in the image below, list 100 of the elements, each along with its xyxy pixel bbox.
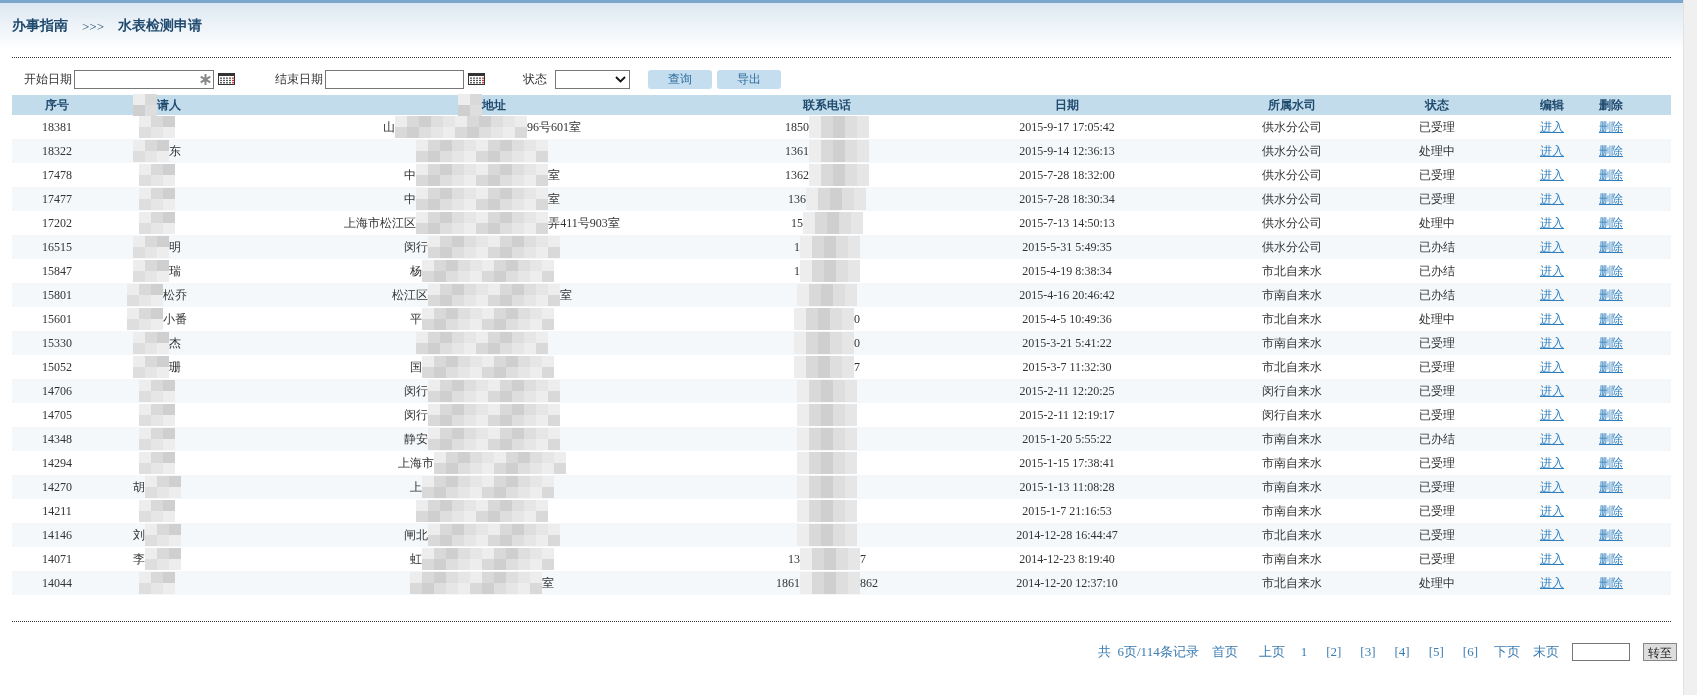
edit-link[interactable]: 进入 [1540, 454, 1564, 472]
delete-link[interactable]: 删除 [1599, 406, 1623, 424]
table-cell-text: 弄411号903室 [548, 215, 620, 232]
column-header: 地址 [482, 97, 506, 114]
delete-link[interactable]: 删除 [1599, 574, 1623, 592]
edit-link[interactable]: 进入 [1540, 478, 1564, 496]
redaction-mosaic [139, 572, 175, 594]
delete-link[interactable]: 删除 [1599, 166, 1623, 184]
table-cell-text: 96号601室 [527, 119, 581, 136]
table-cell-text: 2015-1-7 21:16:53 [1022, 503, 1112, 520]
edit-link[interactable]: 进入 [1540, 382, 1564, 400]
table-cell-text: 闵行自来水 [1262, 383, 1322, 400]
table-cell-text: 供水分公司 [1262, 119, 1322, 136]
page-link[interactable]: [2] [1323, 642, 1345, 662]
redaction-mosaic [797, 428, 857, 450]
start-date-field[interactable] [74, 69, 214, 89]
delete-link[interactable]: 删除 [1599, 430, 1623, 448]
column-header: 日期 [1055, 97, 1079, 114]
page-title: 水表检测申请 [118, 17, 202, 35]
table-cell-text: 1 [794, 263, 800, 280]
table-cell-text: 中 [404, 191, 416, 208]
redaction-mosaic [133, 140, 169, 162]
page-link[interactable]: [5] [1425, 642, 1447, 662]
redaction-mosaic [794, 356, 854, 378]
table-cell-text: 市北自来水 [1262, 527, 1322, 544]
table-cell-text: 15 [791, 215, 803, 232]
redaction-mosaic [133, 356, 169, 378]
edit-link[interactable]: 进入 [1540, 166, 1564, 184]
edit-link[interactable]: 进入 [1540, 430, 1564, 448]
delete-link[interactable]: 删除 [1599, 142, 1623, 160]
field-label: 开始日期 [24, 71, 72, 88]
edit-link[interactable]: 进入 [1540, 238, 1564, 256]
delete-link[interactable]: 删除 [1599, 454, 1623, 472]
edit-link[interactable]: 进入 [1540, 310, 1564, 328]
table-cell-text: 1850 [785, 119, 809, 136]
delete-link[interactable]: 删除 [1599, 334, 1623, 352]
edit-link[interactable]: 进入 [1540, 190, 1564, 208]
table-cell-text: 东 [169, 143, 181, 160]
toolbar-button[interactable]: 导出 [717, 69, 781, 89]
delete-link[interactable]: 删除 [1599, 310, 1623, 328]
edit-link[interactable]: 进入 [1540, 406, 1564, 424]
delete-link[interactable]: 删除 [1599, 478, 1623, 496]
redaction-mosaic [797, 500, 857, 522]
delete-link[interactable]: 删除 [1599, 118, 1623, 136]
page-link[interactable]: [3] [1357, 642, 1379, 662]
end-date-field[interactable] [325, 69, 464, 89]
edit-link[interactable]: 进入 [1540, 550, 1564, 568]
status-select[interactable] [555, 69, 630, 89]
table-cell-text: 14211 [42, 503, 72, 520]
redaction-mosaic [797, 476, 857, 498]
table-cell-text: 闵行 [404, 383, 428, 400]
delete-link[interactable]: 删除 [1599, 526, 1623, 544]
table-cell-text: 松乔 [163, 287, 187, 304]
edit-link[interactable]: 进入 [1540, 574, 1564, 592]
delete-link[interactable]: 删除 [1599, 550, 1623, 568]
next-page-link[interactable]: 下页 [1494, 642, 1520, 662]
delete-link[interactable]: 删除 [1599, 502, 1623, 520]
table-cell-text: 中 [404, 167, 416, 184]
edit-link[interactable]: 进入 [1540, 334, 1564, 352]
edit-link[interactable]: 进入 [1540, 526, 1564, 544]
table-cell-text: 市南自来水 [1262, 551, 1322, 568]
edit-link[interactable]: 进入 [1540, 286, 1564, 304]
edit-link[interactable]: 进入 [1540, 118, 1564, 136]
delete-link[interactable]: 删除 [1599, 190, 1623, 208]
redaction-mosaic [797, 380, 857, 402]
table-cell-text: 1 [794, 239, 800, 256]
page-number-field[interactable] [1572, 642, 1630, 661]
last-page-link[interactable]: 末页 [1533, 642, 1559, 662]
redaction-mosaic [133, 260, 169, 282]
redaction-mosaic [797, 452, 857, 474]
redaction-mosaic [127, 308, 163, 330]
delete-link[interactable]: 删除 [1599, 262, 1623, 280]
delete-link[interactable]: 删除 [1599, 358, 1623, 376]
table-cell-text: 处理中 [1419, 311, 1455, 328]
go-button[interactable]: 转至 [1643, 642, 1677, 661]
delete-link[interactable]: 删除 [1599, 238, 1623, 256]
redaction-mosaic [800, 236, 860, 258]
table-cell-text: 14146 [42, 527, 72, 544]
edit-link[interactable]: 进入 [1540, 502, 1564, 520]
redaction-mosaic [800, 572, 860, 594]
table-cell-text: 市南自来水 [1262, 431, 1322, 448]
first-page-link[interactable]: 首页 [1211, 642, 1238, 662]
edit-link[interactable]: 进入 [1540, 262, 1564, 280]
table-cell-text: 2015-7-28 18:30:34 [1019, 191, 1115, 208]
delete-link[interactable]: 删除 [1599, 286, 1623, 304]
toolbar-button[interactable]: 查询 [648, 69, 712, 89]
table-cell-text: 市北自来水 [1262, 575, 1322, 592]
delete-link[interactable]: 删除 [1599, 214, 1623, 232]
page-link[interactable]: [6] [1459, 642, 1481, 662]
delete-link[interactable]: 删除 [1599, 382, 1623, 400]
table-cell-text: 2015-2-11 12:19:17 [1019, 407, 1115, 424]
edit-link[interactable]: 进入 [1540, 214, 1564, 232]
breadcrumb-link[interactable]: 办事指南 [12, 15, 68, 36]
page-link[interactable]: 1 [1297, 642, 1311, 662]
page-link[interactable]: [4] [1391, 642, 1413, 662]
edit-link[interactable]: 进入 [1540, 142, 1564, 160]
column-header: 所属水司 [1268, 97, 1316, 114]
edit-link[interactable]: 进入 [1540, 358, 1564, 376]
table-cell-text: 室 [548, 167, 560, 184]
prev-page-link[interactable]: 上页 [1258, 642, 1285, 662]
